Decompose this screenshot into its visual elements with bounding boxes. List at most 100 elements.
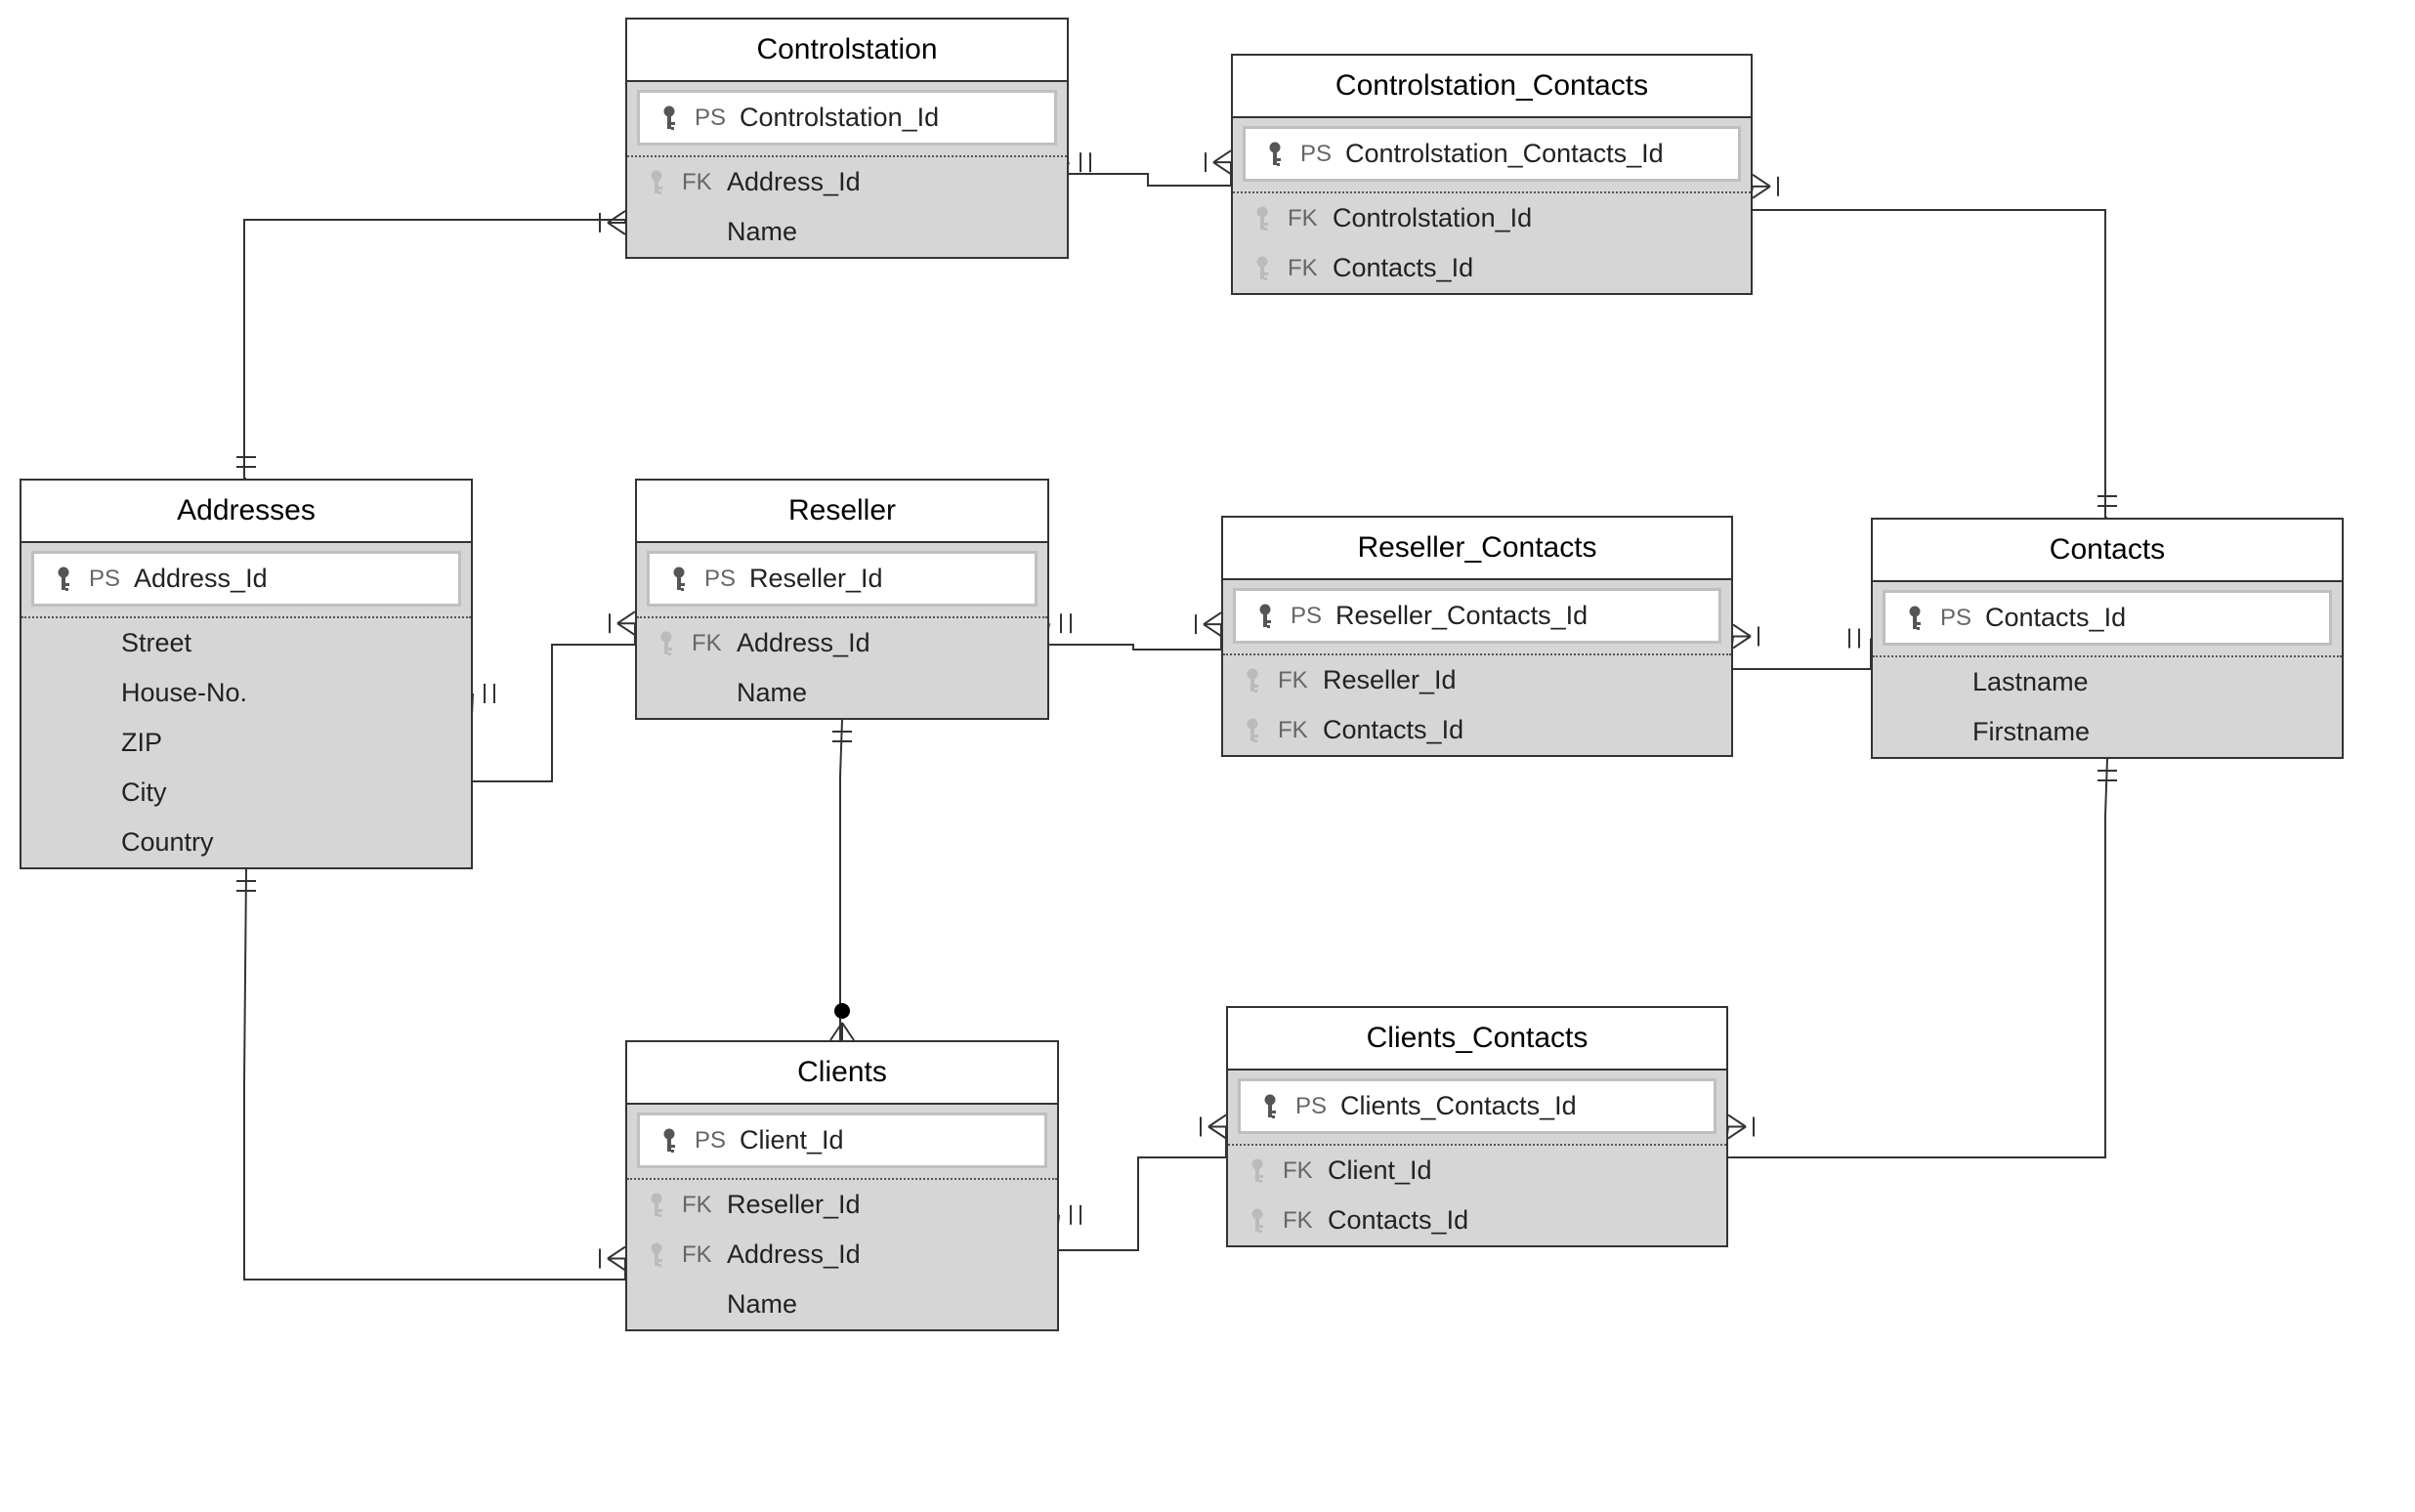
foreign-key-icon xyxy=(1239,717,1266,744)
key-tag: PS xyxy=(695,105,728,132)
key-tag: PS xyxy=(1291,603,1324,630)
entity-row: FKClient_Id xyxy=(1228,1146,1726,1196)
relationship-line xyxy=(1065,162,1231,186)
entity-controlstation[interactable]: Controlstation PS Controlstation_Id FK Addre… xyxy=(625,18,1069,259)
entity-row: ZIP xyxy=(21,718,471,768)
entity-row: Firstname xyxy=(1873,707,2342,757)
column-name: Controlstation_Contacts_Id xyxy=(1345,139,1722,169)
primary-key-icon xyxy=(656,105,683,132)
column-name: Address_Id xyxy=(737,628,1032,658)
entity-row: FK Address_Id xyxy=(637,618,1047,668)
entity-row: PS Controlstation_Contacts_Id xyxy=(1243,126,1741,182)
relationship-line xyxy=(244,869,625,1280)
column-name: Address_Id xyxy=(727,167,1051,197)
column-name: Contacts_Id xyxy=(1323,715,1716,745)
entity-row: PS Client_Id xyxy=(637,1113,1047,1168)
entity-row: Country xyxy=(21,818,471,867)
entity-row: City xyxy=(21,768,471,818)
primary-key-icon xyxy=(50,566,77,593)
key-tag: PS xyxy=(1295,1093,1329,1120)
relationship-line xyxy=(244,220,625,479)
entity-row: FK Address_Id xyxy=(627,157,1067,207)
entity-title: Clients xyxy=(627,1042,1057,1105)
key-tag: PS xyxy=(704,566,738,593)
key-tag: FK xyxy=(1283,1157,1316,1185)
column-name: Contacts_Id xyxy=(1328,1205,1711,1236)
column-name: Reseller_Id xyxy=(1323,665,1716,695)
entity-title: Controlstation xyxy=(627,20,1067,82)
column-name: Client_Id xyxy=(740,1125,1029,1155)
key-tag: PS xyxy=(695,1127,728,1155)
entity-reseller_contacts[interactable]: Reseller_ContactsPSReseller_Contacts_IdF… xyxy=(1221,516,1733,757)
entity-reseller[interactable]: Reseller PS Reseller_Id FK Address_Id Name xyxy=(635,479,1049,720)
entity-clients_contacts[interactable]: Clients_ContactsPSClients_Contacts_IdFKC… xyxy=(1226,1006,1728,1247)
foreign-key-icon xyxy=(1249,255,1276,282)
foreign-key-icon xyxy=(643,169,670,196)
foreign-key-icon xyxy=(643,1241,670,1269)
foreign-key-icon xyxy=(653,630,680,657)
relationship-line xyxy=(469,623,635,781)
column-name: Controlstation_Id xyxy=(1333,203,1735,233)
entity-addresses[interactable]: Addresses PS Address_Id Street House-No. ZIP C… xyxy=(20,479,473,869)
entity-title: Reseller xyxy=(637,481,1047,543)
entity-title: Controlstation_Contacts xyxy=(1233,56,1751,118)
entity-title: Clients_Contacts xyxy=(1228,1008,1726,1071)
entity-row: FK Reseller_Id xyxy=(627,1180,1057,1230)
foreign-key-icon xyxy=(1244,1157,1271,1185)
entity-row: Name xyxy=(627,207,1067,257)
primary-key-icon xyxy=(656,1127,683,1155)
entity-title: Contacts xyxy=(1873,520,2342,582)
key-tag: PS xyxy=(1940,605,1973,632)
key-tag: FK xyxy=(682,1241,715,1269)
relationship-line xyxy=(1055,1127,1226,1251)
column-name: House-No. xyxy=(121,678,455,708)
primary-key-icon xyxy=(1251,603,1279,630)
column-name: Contacts_Id xyxy=(1333,253,1735,283)
key-tag: PS xyxy=(1300,141,1334,168)
column-name: Reseller_Id xyxy=(727,1190,1041,1220)
column-name: Country xyxy=(121,827,455,858)
key-tag: FK xyxy=(682,169,715,196)
entity-row: FKContacts_Id xyxy=(1223,705,1731,755)
entity-title: Addresses xyxy=(21,481,471,543)
column-name: Contacts_Id xyxy=(1985,603,2313,633)
entity-contacts[interactable]: Contacts PS Contacts_Id LastnameFirstname xyxy=(1871,518,2344,759)
key-tag: FK xyxy=(682,1192,715,1219)
key-tag: FK xyxy=(1288,205,1321,232)
entity-controlstation_contacts[interactable]: Controlstation_Contacts PS Controlstation_… xyxy=(1231,54,1753,295)
entity-row: Lastname xyxy=(1873,657,2342,707)
entity-row: FK Reseller_Id xyxy=(1223,655,1731,705)
column-name: City xyxy=(121,777,455,808)
entity-title: Reseller_Contacts xyxy=(1223,518,1731,580)
column-name: Name xyxy=(727,1289,1041,1320)
column-name: Clients_Contacts_Id xyxy=(1340,1091,1698,1121)
column-name: Name xyxy=(727,217,1051,247)
erd-canvas: Controlstation PS Controlstation_Id FK Addre… xyxy=(0,0,2415,1512)
foreign-key-icon xyxy=(1244,1207,1271,1235)
key-tag: FK xyxy=(1278,667,1311,694)
key-tag: PS xyxy=(89,566,122,593)
entity-row: Name xyxy=(627,1280,1057,1329)
entity-row: Street xyxy=(21,618,471,668)
entity-row: PS Reseller_Id xyxy=(647,551,1038,607)
primary-key-icon xyxy=(1256,1093,1284,1120)
relationship-line xyxy=(1045,623,1221,650)
entity-row: PS Contacts_Id xyxy=(1883,590,2332,646)
entity-row: PS Address_Id xyxy=(31,551,461,607)
entity-row: FKAddress_Id xyxy=(627,1230,1057,1280)
entity-clients[interactable]: Clients PS Client_Id FK Reseller_Id FKAddress… xyxy=(625,1040,1059,1331)
column-name: Address_Id xyxy=(134,564,443,594)
column-name: Reseller_Id xyxy=(749,564,1019,594)
entity-row: Name xyxy=(637,668,1047,718)
column-name: Controlstation_Id xyxy=(740,103,1038,133)
primary-key-icon xyxy=(1261,141,1289,168)
primary-key-icon xyxy=(665,566,693,593)
relationship-line xyxy=(1724,759,2107,1157)
column-name: Name xyxy=(737,678,1032,708)
column-name: Street xyxy=(121,628,455,658)
entity-row: PS Controlstation_Id xyxy=(637,90,1057,146)
key-tag: FK xyxy=(692,630,725,657)
relationship-line xyxy=(1749,187,2107,518)
primary-key-icon xyxy=(1901,605,1928,632)
foreign-key-icon xyxy=(1239,667,1266,694)
